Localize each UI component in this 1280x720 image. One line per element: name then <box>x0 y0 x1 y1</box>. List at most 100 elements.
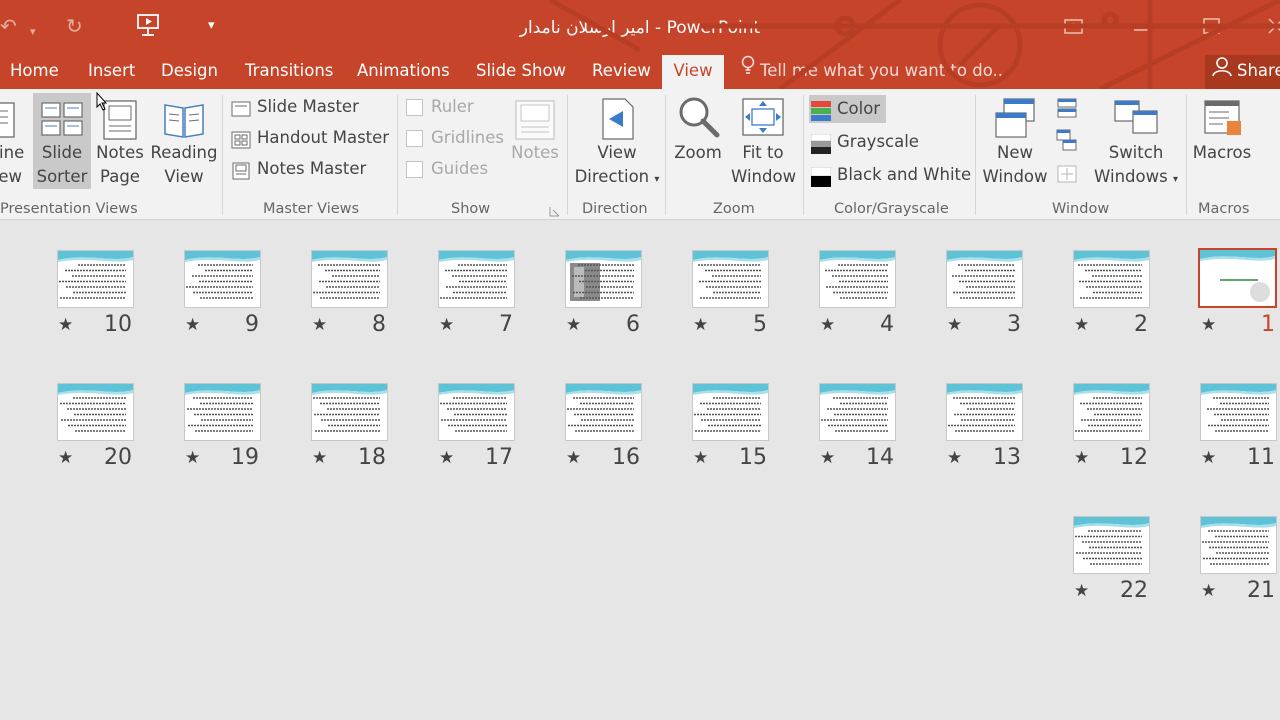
fit-to-window-button[interactable]: Fit to Window <box>731 93 797 189</box>
slide-sorter-button[interactable]: Slide Sorter <box>33 93 91 189</box>
slide-master-button[interactable]: Slide Master <box>231 93 359 121</box>
slide-thumbnail[interactable] <box>438 250 515 308</box>
notes-master-button[interactable]: Notes Master <box>231 155 366 183</box>
reading-view-label-2: View <box>164 167 204 186</box>
group-label-color-grayscale: Color/Grayscale <box>834 201 949 217</box>
switch-windows-dropdown-icon: ▾ <box>1172 174 1178 185</box>
lightbulb-icon <box>740 55 756 88</box>
handout-master-icon <box>231 130 251 148</box>
color-button[interactable]: Color <box>809 95 887 123</box>
minimize-icon[interactable] <box>1130 14 1158 42</box>
group-separator <box>975 95 976 215</box>
group-label-window: Window <box>1052 201 1110 217</box>
slide-thumbnail[interactable] <box>438 383 515 441</box>
slide-thumbnail[interactable] <box>57 250 134 308</box>
slide-thumbnail[interactable] <box>1200 383 1277 441</box>
switch-windows-label-1: Switch <box>1108 143 1164 162</box>
black-and-white-button[interactable]: Black and White <box>810 161 971 189</box>
slide-animation-star-icon: ★ <box>1201 315 1217 335</box>
tab-transitions[interactable]: Transitions <box>245 55 333 89</box>
slide-thumbnail[interactable] <box>1073 383 1150 441</box>
slide-thumbnail[interactable] <box>1198 248 1277 308</box>
notes-button[interactable]: Notes <box>506 93 564 189</box>
tab-view[interactable]: View <box>662 55 724 89</box>
notes-icon <box>506 95 564 141</box>
slide-thumbnail[interactable] <box>565 383 642 441</box>
slide-thumbnail[interactable] <box>692 250 769 308</box>
switch-windows-button[interactable]: Switch Windows ▾ <box>1088 93 1184 189</box>
slide-thumbnail[interactable] <box>184 383 261 441</box>
new-window-button[interactable]: New Window <box>982 93 1048 189</box>
slide-animation-star-icon: ★ <box>1074 315 1090 335</box>
zoom-button[interactable]: Zoom <box>670 93 726 189</box>
notes-master-icon <box>231 161 251 179</box>
notes-page-label-2: Page <box>100 167 140 186</box>
fit-to-window-label-2: Window <box>731 167 797 186</box>
slide-number: 12 <box>1120 445 1148 470</box>
slide-thumbnail[interactable] <box>692 383 769 441</box>
tab-animations[interactable]: Animations <box>357 55 450 89</box>
tab-home[interactable]: Home <box>10 55 59 89</box>
slide-thumbnail[interactable] <box>946 250 1023 308</box>
tab-design[interactable]: Design <box>161 55 218 89</box>
new-window-label-2: Window <box>982 167 1048 186</box>
ruler-checkbox[interactable]: Ruler <box>406 93 474 121</box>
slide-thumbnail[interactable] <box>57 383 134 441</box>
slide-thumbnail[interactable] <box>184 250 261 308</box>
slide-animation-star-icon: ★ <box>820 448 836 468</box>
slide-animation-star-icon: ★ <box>185 315 201 335</box>
share-button[interactable]: Share <box>1205 55 1280 89</box>
slide-thumbnail-image <box>566 384 641 432</box>
slide-thumbnail[interactable] <box>1073 516 1150 574</box>
slide-thumbnail[interactable] <box>311 250 388 308</box>
gridlines-label: Gridlines <box>431 128 505 147</box>
guides-checkbox[interactable]: Guides <box>406 155 488 183</box>
close-icon[interactable] <box>1265 14 1280 42</box>
slide-thumbnail-image <box>1074 384 1149 432</box>
ruler-label: Ruler <box>431 97 474 116</box>
handout-master-button[interactable]: Handout Master <box>231 124 389 152</box>
slide-thumbnail[interactable] <box>565 250 642 308</box>
reading-view-icon <box>150 95 218 141</box>
ribbon-tab-bar: Home Insert Design Transitions Animation… <box>0 55 1280 89</box>
tab-insert[interactable]: Insert <box>88 55 135 89</box>
slide-sorter-label-2: Sorter <box>36 167 88 186</box>
outline-view-button[interactable]: tline ew <box>0 93 24 189</box>
slide-number: 13 <box>993 445 1021 470</box>
reading-view-button[interactable]: Reading View <box>150 93 218 189</box>
tab-review[interactable]: Review <box>592 55 651 89</box>
ribbon-display-options-icon[interactable] <box>1062 14 1090 42</box>
ruler-checkbox-box <box>406 99 423 116</box>
gridlines-checkbox[interactable]: Gridlines <box>406 124 504 152</box>
slide-animation-star-icon: ★ <box>1074 448 1090 468</box>
slide-animation-star-icon: ★ <box>439 315 455 335</box>
slide-thumbnail[interactable] <box>946 383 1023 441</box>
new-window-icon <box>982 95 1048 141</box>
tell-me-box[interactable]: Tell me what you want to do... <box>740 55 1008 89</box>
group-separator <box>665 95 666 215</box>
slide-thumbnail-image <box>1074 517 1149 565</box>
show-dialog-launcher-icon[interactable] <box>549 203 561 217</box>
group-label-macros: Macros <box>1198 201 1250 217</box>
maximize-icon[interactable] <box>1200 14 1228 42</box>
tab-slide-show[interactable]: Slide Show <box>476 55 566 89</box>
slide-thumbnail[interactable] <box>819 383 896 441</box>
macros-button[interactable]: Macros <box>1191 93 1253 189</box>
arrange-all-icon[interactable] <box>1056 97 1078 119</box>
group-separator <box>567 95 568 215</box>
slide-thumbnail[interactable] <box>1073 250 1150 308</box>
slide-thumbnail-image <box>1200 250 1275 302</box>
guides-checkbox-box <box>406 161 423 178</box>
notes-page-label-1: Notes <box>96 143 144 162</box>
slide-number: 20 <box>104 445 132 470</box>
grayscale-button[interactable]: Grayscale <box>810 128 919 156</box>
slide-thumbnail[interactable] <box>819 250 896 308</box>
reading-view-label-1: Reading <box>150 143 218 162</box>
slide-sorter-icon <box>33 95 91 141</box>
cascade-icon[interactable] <box>1056 129 1078 153</box>
move-split-icon[interactable] <box>1056 163 1078 185</box>
slide-thumbnail[interactable] <box>1200 516 1277 574</box>
view-direction-button[interactable]: View Direction ▾ <box>572 93 662 189</box>
gridlines-checkbox-box <box>406 130 423 147</box>
slide-thumbnail[interactable] <box>311 383 388 441</box>
